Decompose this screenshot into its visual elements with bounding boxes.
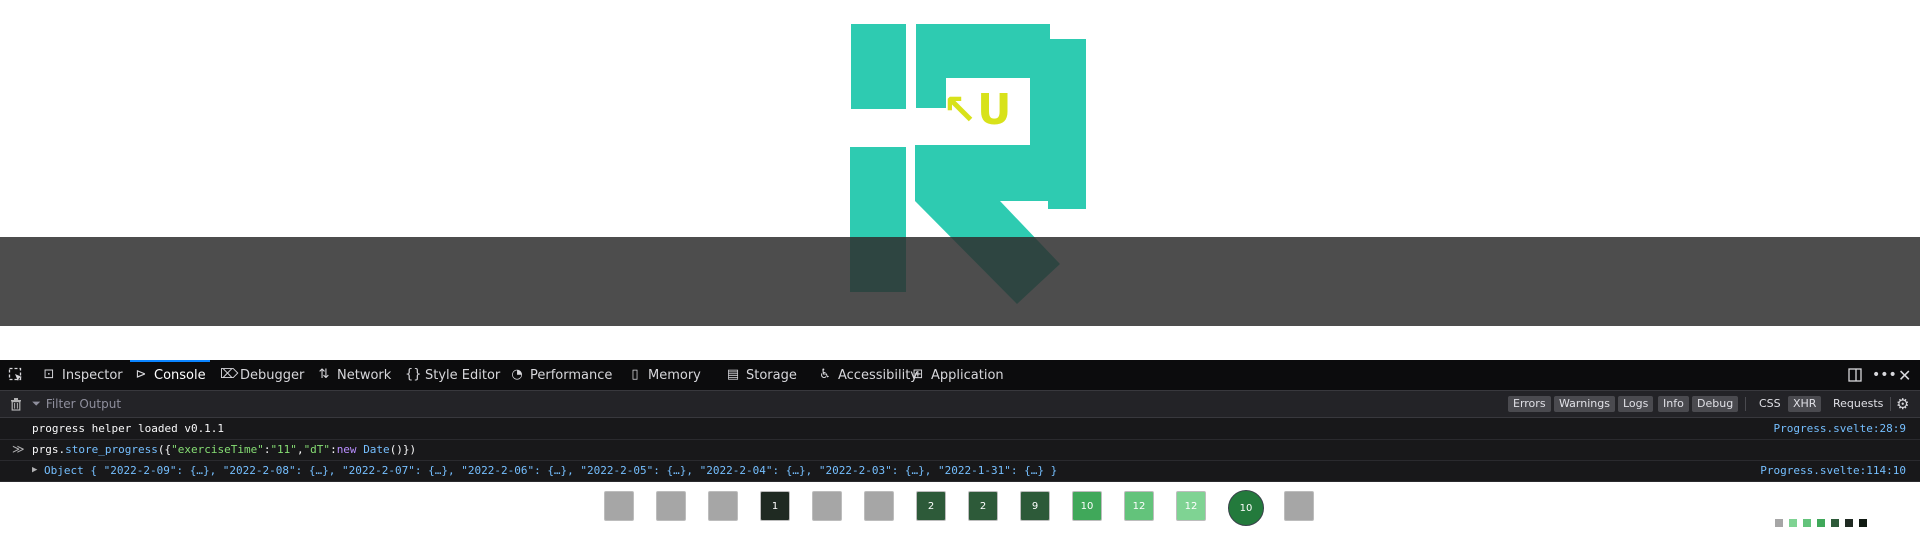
console-result: ▶ Object { "2022-2-09": {…}, "2022-2-08"…	[0, 460, 1920, 482]
heatmap-cell[interactable]	[604, 491, 634, 521]
tab-memory[interactable]: ▯ Memory	[628, 360, 701, 390]
heatmap-cell[interactable]	[656, 491, 686, 521]
expand-arrow-icon[interactable]: ▶	[32, 465, 37, 475]
style-editor-icon: {}	[405, 367, 422, 382]
tab-storage[interactable]: ▤ Storage	[726, 360, 797, 390]
more-options-icon[interactable]: •••	[1872, 360, 1897, 390]
filter-placeholder: Filter Output	[45, 397, 122, 411]
heatmap-cell[interactable]	[708, 491, 738, 521]
heatmap-cell[interactable]: 1	[760, 491, 790, 521]
heatmap-cell[interactable]: 12	[1124, 491, 1154, 521]
legend-swatch	[1788, 518, 1799, 528]
devtools-toolbar: ⊡ Inspector ⊳ Console ⌦ Debugger ⇅ Network {} Sty…	[0, 360, 1920, 391]
heatmap-cell[interactable]: 10	[1072, 491, 1102, 521]
tab-label: Performance	[530, 367, 613, 383]
tab-performance[interactable]: ◔ Performance	[510, 360, 612, 390]
console-command-text: prgs.store_progress({"exerciseTime":"11"…	[32, 443, 417, 456]
tab-label: Accessibility	[838, 367, 918, 383]
heatmap-legend: Less More	[1733, 513, 1913, 533]
cmd-key-2: "dT"	[303, 443, 331, 456]
tab-label: Application	[931, 367, 1004, 383]
tab-network[interactable]: ⇅ Network	[317, 360, 392, 390]
cmd-constructor: Date	[363, 443, 390, 456]
filter-separator	[1745, 397, 1746, 411]
tab-label: Storage	[746, 367, 797, 383]
application-icon: ⊞	[912, 367, 924, 382]
tab-label: Console	[154, 367, 206, 383]
heatmap-cell[interactable]	[1284, 491, 1314, 521]
filter-requests-button[interactable]: Requests	[1828, 396, 1888, 412]
legend-more-label: More	[1870, 513, 1913, 533]
element-picker-icon[interactable]	[8, 367, 24, 383]
console-message: progress helper loaded v0.1.1 Progress.s…	[0, 418, 1920, 440]
tab-label: Inspector	[62, 367, 123, 383]
tab-label: Network	[337, 367, 392, 383]
filter-xhr-button[interactable]: XHR	[1788, 396, 1822, 412]
devtools-panel: ⊡ Inspector ⊳ Console ⌦ Debugger ⇅ Network {} Sty…	[0, 360, 1920, 482]
network-icon: ⇅	[318, 367, 330, 382]
cmd-key-1: "exerciseTime"	[171, 443, 264, 456]
legend-swatch	[1858, 518, 1869, 528]
accessibility-icon: ♿	[819, 367, 831, 382]
heatmap-cell[interactable]	[812, 491, 842, 521]
command-prompt-icon: ≫	[12, 442, 25, 456]
heatmap-cell[interactable]: 9	[1020, 491, 1050, 521]
filter-warnings-button[interactable]: Warnings	[1554, 396, 1615, 412]
console-settings-gear-icon[interactable]: ⚙	[1896, 393, 1909, 415]
legend-swatches	[1770, 518, 1869, 528]
dock-side-icon[interactable]	[1847, 360, 1863, 390]
tab-accessibility[interactable]: ♿ Accessibility	[818, 360, 918, 390]
svg-text:↖ᑌ: ↖ᑌ	[942, 85, 1011, 134]
console-message-source-link[interactable]: Progress.svelte:28:9	[1774, 422, 1906, 435]
legend-swatch	[1830, 518, 1841, 528]
legend-swatch	[1774, 518, 1785, 528]
debugger-icon: ⌦	[220, 367, 239, 382]
filter-errors-button[interactable]: Errors	[1508, 396, 1551, 412]
console-command: ≫ prgs.store_progress({"exerciseTime":"1…	[0, 439, 1920, 461]
memory-icon: ▯	[631, 367, 639, 382]
console-result-source-link[interactable]: Progress.svelte:114:10	[1760, 464, 1906, 477]
console-icon: ⊳	[135, 367, 147, 382]
filter-funnel-icon: ⏷	[32, 397, 41, 410]
cmd-object: prgs	[32, 443, 59, 456]
tab-debugger[interactable]: ⌦ Debugger	[220, 360, 304, 390]
heatmap-cell[interactable]: 2	[968, 491, 998, 521]
tab-console[interactable]: ⊳ Console	[130, 360, 210, 390]
heatmap-cell[interactable]: 2	[916, 491, 946, 521]
close-icon[interactable]: ✕	[1898, 360, 1911, 390]
filter-css-button[interactable]: CSS	[1754, 396, 1786, 412]
filter-debug-button[interactable]: Debug	[1692, 396, 1739, 412]
cmd-keyword: new	[336, 443, 357, 456]
filter-output-input[interactable]: ⏷ Filter Output	[32, 395, 1492, 413]
tab-label: Debugger	[240, 367, 305, 383]
console-message-text: progress helper loaded v0.1.1	[32, 422, 225, 435]
tab-inspector[interactable]: ⊡ Inspector	[42, 360, 123, 390]
clear-console-icon[interactable]	[9, 397, 23, 411]
inspector-icon: ⊡	[43, 367, 55, 382]
legend-swatch	[1816, 518, 1827, 528]
console-result-object[interactable]: Object { "2022-2-09": {…}, "2022-2-08": …	[44, 464, 1057, 477]
console-filter-bar: ⏷ Filter Output Errors Warnings Logs Info De…	[0, 391, 1920, 418]
performance-icon: ◔	[511, 367, 523, 382]
tab-style-editor[interactable]: {} Style Editor	[405, 360, 500, 390]
filter-logs-button[interactable]: Logs	[1618, 396, 1654, 412]
legend-less-label: Less	[1733, 513, 1771, 533]
legend-swatch	[1844, 518, 1855, 528]
filter-info-button[interactable]: Info	[1658, 396, 1689, 412]
heatmap-cell[interactable]	[864, 491, 894, 521]
tab-label: Style Editor	[425, 367, 501, 383]
filter-separator	[1890, 397, 1891, 411]
heatmap-cell[interactable]: 10	[1228, 490, 1264, 526]
activity-heatmap-bar: 1 2 2 9 10 12 12 10 Less More	[0, 237, 1920, 533]
app-page: ↖ᑌ 1 2 2 9 10 12 12 10 Less More	[0, 0, 1920, 533]
legend-swatch	[1802, 518, 1813, 528]
tab-application[interactable]: ⊞ Application	[911, 360, 1004, 390]
cmd-function: store_progress	[65, 443, 158, 456]
cmd-value-1: "11"	[270, 443, 297, 456]
tab-label: Memory	[648, 367, 701, 383]
storage-icon: ▤	[726, 367, 740, 382]
heatmap-cell[interactable]: 12	[1176, 491, 1206, 521]
